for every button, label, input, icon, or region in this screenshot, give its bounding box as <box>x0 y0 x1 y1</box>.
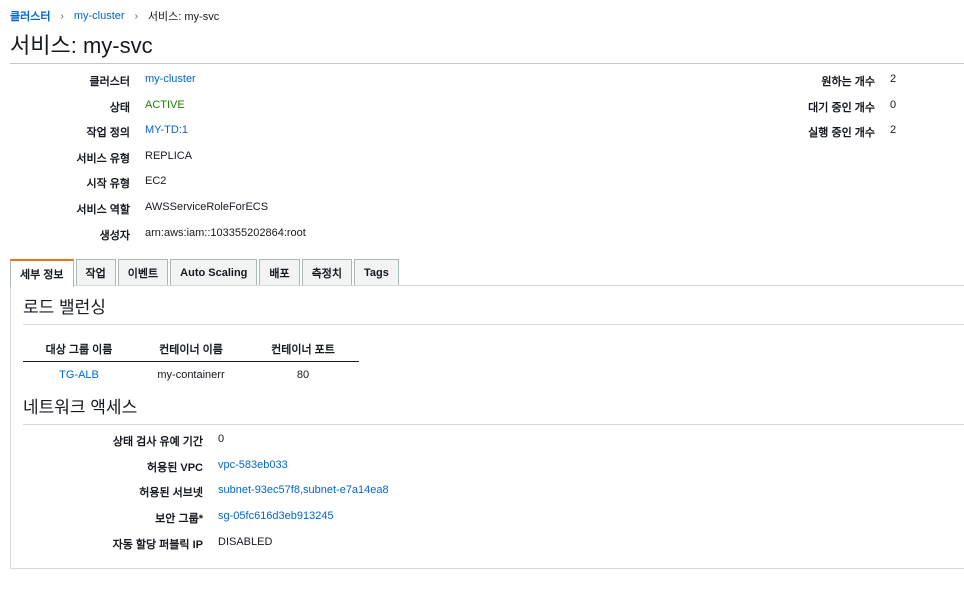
summary-label: 대기 중인 개수 <box>808 102 875 114</box>
column-header: 컨테이너 이름 <box>159 343 223 356</box>
grace-period-value: 0 <box>218 433 225 445</box>
container-port-cell: 80 <box>296 369 310 381</box>
service-summary: 클러스터 my-cluster 상태 ACTIVE 작업 정의 MY-TD:1 … <box>10 64 964 252</box>
status-value: ACTIVE <box>145 99 185 111</box>
breadcrumb-cluster-link[interactable]: my-cluster <box>74 10 125 22</box>
summary-label: 작업 정의 <box>86 127 130 139</box>
tab-tags[interactable]: Tags <box>354 259 399 286</box>
network-label: 허용된 VPC <box>146 462 203 474</box>
tab-tasks[interactable]: 작업 <box>75 259 116 286</box>
chevron-right-icon: › <box>134 10 138 22</box>
container-name-cell: my-containerr <box>157 369 225 381</box>
network-label: 허용된 서브넷 <box>139 487 203 499</box>
desired-count-value: 2 <box>890 73 897 85</box>
task-definition-link[interactable]: MY-TD:1 <box>145 124 188 136</box>
section-divider <box>23 424 964 425</box>
subnets-link[interactable]: subnet-93ec57f8,subnet-e7a14ea8 <box>218 484 389 496</box>
launch-type-value: EC2 <box>145 175 167 187</box>
public-ip-value: DISABLED <box>218 536 273 548</box>
load-balancing-table: 대상 그룹 이름 컨테이너 이름 컨테이너 포트 TG-ALB my-conta… <box>23 336 359 388</box>
table-row: TG-ALB my-containerr 80 <box>23 362 359 388</box>
summary-label: 클러스터 <box>89 76 130 88</box>
chevron-right-icon: › <box>60 10 64 22</box>
page-title: 서비스: my-svc <box>10 33 153 58</box>
details-panel: 로드 밸런싱 대상 그룹 이름 컨테이너 이름 컨테이너 포트 TG-ALB m… <box>10 285 964 569</box>
service-role-value: AWSServiceRoleForECS <box>145 201 269 213</box>
breadcrumb-clusters-link[interactable]: 클러스터 <box>10 8 50 24</box>
created-by-value: arn:aws:iam::103355202864:root <box>145 227 306 239</box>
target-group-link[interactable]: TG-ALB <box>59 369 99 381</box>
cluster-link[interactable]: my-cluster <box>145 73 196 85</box>
summary-label: 시작 유형 <box>86 178 130 190</box>
network-access-title: 네트워크 액세스 <box>23 398 138 417</box>
network-label: 보안 그룹* <box>155 513 203 525</box>
tab-deployments[interactable]: 배포 <box>259 259 300 286</box>
load-balancing-title: 로드 밸런싱 <box>23 298 106 317</box>
section-divider <box>23 324 964 325</box>
pending-count-value: 0 <box>890 99 897 111</box>
tab-metrics[interactable]: 측정치 <box>301 259 353 286</box>
column-header: 컨테이너 포트 <box>271 343 335 356</box>
summary-label: 원하는 개수 <box>821 76 875 88</box>
summary-label: 서비스 역할 <box>76 204 130 216</box>
network-label: 상태 검사 유예 기간 <box>112 436 203 448</box>
summary-label: 생성자 <box>99 230 130 242</box>
column-header: 대상 그룹 이름 <box>45 343 113 356</box>
network-label: 자동 할당 퍼블릭 IP <box>112 539 203 551</box>
breadcrumb: 클러스터 › my-cluster › 서비스: my-svc <box>10 9 219 23</box>
summary-label: 실행 중인 개수 <box>808 127 875 139</box>
summary-label: 상태 <box>109 102 130 114</box>
tab-details[interactable]: 세부 정보 <box>10 259 74 287</box>
vpc-link[interactable]: vpc-583eb033 <box>218 459 288 471</box>
breadcrumb-current: 서비스: my-svc <box>147 11 220 23</box>
running-count-value: 2 <box>890 124 897 136</box>
target-group-cell: TG-ALB <box>23 369 135 381</box>
service-tabs: 세부 정보 작업 이벤트 Auto Scaling 배포 측정치 Tags <box>10 259 401 287</box>
tab-auto-scaling[interactable]: Auto Scaling <box>170 259 258 286</box>
service-type-value: REPLICA <box>145 150 193 162</box>
table-header-row: 대상 그룹 이름 컨테이너 이름 컨테이너 포트 <box>23 336 359 362</box>
tab-events[interactable]: 이벤트 <box>117 259 169 286</box>
security-group-link[interactable]: sg-05fc616d3eb913245 <box>218 510 334 522</box>
summary-label: 서비스 유형 <box>76 153 130 165</box>
